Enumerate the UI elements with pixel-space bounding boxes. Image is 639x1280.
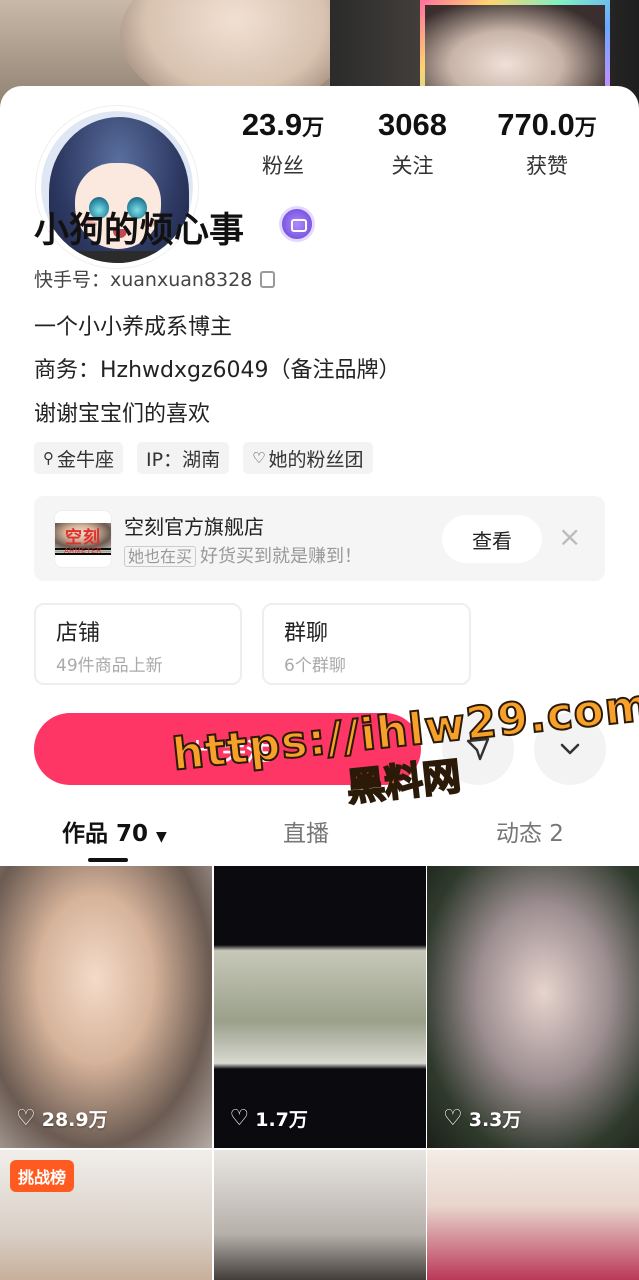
like-count: ♡ 3.3万 (443, 1105, 521, 1132)
paper-plane-icon (466, 737, 490, 761)
profile-tags: ⚲ 金牛座 IP：湖南 ♡ 她的粉丝团 (34, 442, 373, 474)
stat-value: 23.9 (241, 107, 303, 142)
box-subtitle: 49件商品上新 (56, 656, 163, 676)
stat-label: 关注 (391, 154, 434, 178)
stat-value: 770.0 (497, 107, 575, 142)
group-chat-box[interactable]: 群聊 6个群聊 (262, 603, 471, 685)
shop-subtitle-text: 好货买到就是赚到！ (200, 546, 363, 567)
bio-line: 一个小小养成系博主 (34, 315, 233, 340)
video-tile[interactable]: ♡ 28.9万 (0, 866, 212, 1148)
shop-title: 空刻官方旗舰店 (124, 515, 264, 539)
profile-name: 小狗的烦心事 (34, 211, 245, 251)
more-options-button[interactable] (534, 713, 606, 785)
caret-down-icon: ▼ (156, 829, 167, 845)
video-tile[interactable]: 挑战榜 (0, 1150, 212, 1280)
stat-followers[interactable]: 23.9万 粉丝 (228, 106, 338, 180)
like-count: ♡ 28.9万 (16, 1105, 108, 1132)
video-tile[interactable]: ♡ 3.3万 (427, 866, 639, 1148)
stat-label: 获赞 (526, 154, 568, 178)
shop-logo: 空刻 ARMETER (54, 510, 112, 568)
shop-card[interactable]: 空刻 ARMETER 空刻官方旗舰店 她也在买 好货买到就是赚到！ 查看 × (34, 496, 605, 581)
shop-logo-text: 空刻 (55, 523, 111, 548)
video-grid: ♡ 28.9万 ♡ 1.7万 ♡ 3.3万 挑战榜 (0, 866, 639, 1280)
stat-label: 粉丝 (262, 154, 304, 178)
kwai-id: 快手号：xuanxuan8328 (34, 269, 253, 291)
shop-subtitle: 她也在买 好货买到就是赚到！ (124, 542, 362, 568)
content-tabs: 作品 70 ▼ 直播 动态 2 (0, 806, 639, 866)
video-tile[interactable]: ♡ 1.7万 (213, 866, 426, 1148)
box-title: 店铺 (56, 621, 101, 646)
like-count-text: 1.7万 (255, 1109, 308, 1131)
like-count-text: 28.9万 (41, 1109, 108, 1131)
search-zodiac-icon: ⚲ (43, 449, 54, 467)
active-tab-indicator (88, 858, 128, 862)
tab-live[interactable]: 直播 (283, 814, 329, 848)
chevron-down-icon (560, 743, 580, 755)
shop-logo-subtext: ARMETER (55, 548, 111, 555)
kwai-id-row: 快手号：xuanxuan8328 (34, 265, 276, 292)
like-count-text: 3.3万 (468, 1109, 522, 1131)
plus-icon: + (184, 731, 211, 767)
send-message-button[interactable] (442, 713, 514, 785)
bio-line: 商务：Hzhwdxgz6049（备注品牌） (34, 358, 401, 383)
like-count: ♡ 1.7万 (230, 1105, 308, 1132)
tag-ip: IP：湖南 (137, 442, 230, 474)
follow-label: 关注 (222, 737, 271, 766)
heart-icon: ♡ (16, 1106, 36, 1131)
video-tile[interactable] (213, 1150, 426, 1280)
challenge-badge: 挑战榜 (10, 1160, 75, 1192)
tag-label: 金牛座 (57, 448, 115, 471)
box-subtitle: 6个群聊 (284, 656, 346, 676)
verified-badge-icon[interactable] (279, 206, 315, 242)
shop-chip: 她也在买 (124, 546, 197, 567)
stat-likes[interactable]: 770.0万 获赞 (482, 106, 612, 180)
bio-line: 谢谢宝宝们的喜欢 (34, 402, 211, 427)
view-shop-button[interactable]: 查看 (442, 515, 542, 563)
copy-icon[interactable] (256, 268, 276, 288)
heart-icon: ♡ (443, 1106, 463, 1131)
tag-fan-group[interactable]: ♡ 她的粉丝团 (243, 442, 373, 474)
tab-works[interactable]: 作品 70 ▼ (62, 814, 167, 848)
stat-following[interactable]: 3068 关注 (360, 106, 465, 180)
follow-button[interactable]: + 关注 (34, 713, 421, 785)
video-tile[interactable] (427, 1150, 639, 1280)
box-title: 群聊 (284, 621, 329, 646)
stat-value: 3068 (378, 107, 447, 142)
tab-label: 作品 70 (62, 821, 149, 847)
close-icon[interactable]: × (558, 522, 581, 552)
stat-unit: 万 (574, 116, 597, 141)
tag-zodiac[interactable]: ⚲ 金牛座 (34, 442, 124, 474)
profile-card: 23.9万 粉丝 3068 关注 770.0万 获赞 小狗的烦心事 快手号：xu… (0, 86, 639, 1280)
stat-unit: 万 (302, 116, 325, 141)
store-box[interactable]: 店铺 49件商品上新 (34, 603, 242, 685)
tag-label: IP：湖南 (146, 448, 221, 471)
tag-label: 她的粉丝团 (268, 448, 364, 471)
heart-icon: ♡ (252, 449, 266, 467)
heart-icon: ♡ (229, 1106, 250, 1131)
tab-moments[interactable]: 动态 2 (496, 814, 564, 848)
